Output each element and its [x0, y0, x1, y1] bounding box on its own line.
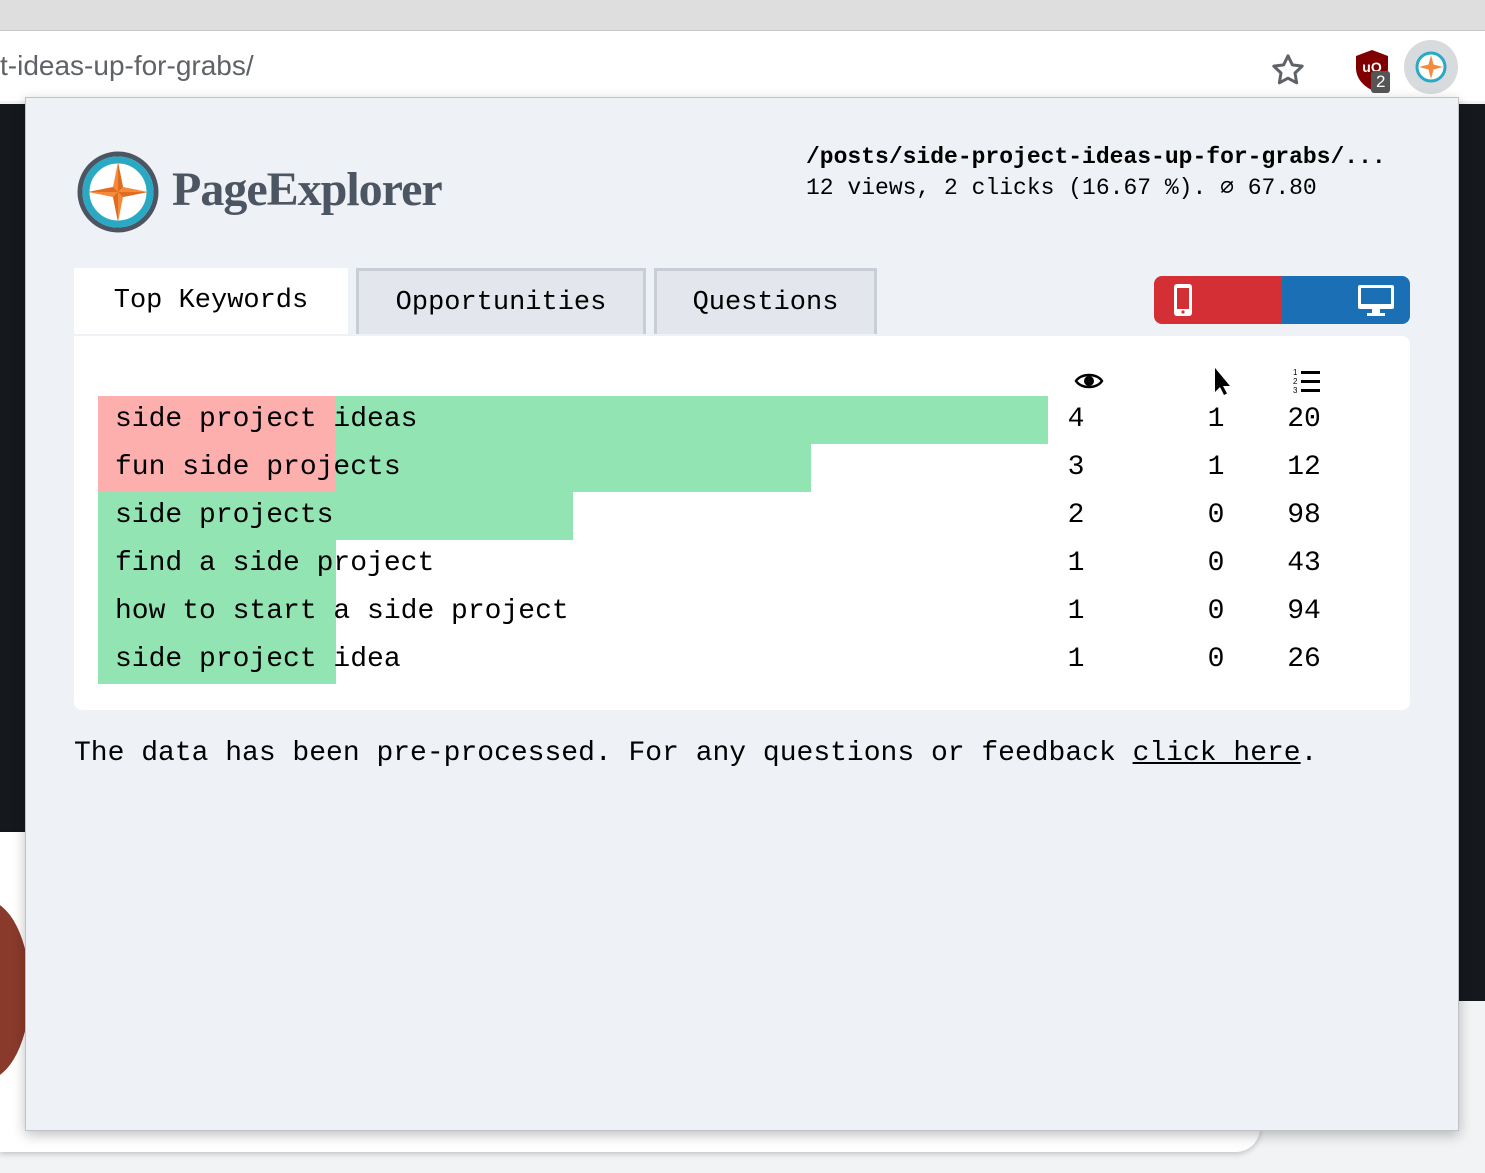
tab-top-keywords[interactable]: Top Keywords	[74, 268, 348, 334]
position-value: 20	[1287, 404, 1321, 435]
position-value: 43	[1287, 548, 1321, 579]
clicks-count: 0	[1207, 500, 1225, 531]
views-count: 1	[1067, 644, 1085, 675]
clicks-count: 1	[1207, 404, 1225, 435]
keywords-panel: 1 2 3 side project ideas 4 1 20 fun side pro…	[74, 336, 1410, 710]
keyword-text: find a side project	[115, 548, 435, 579]
views-count: 3	[1067, 452, 1085, 483]
footer-text: The data has been pre-processed. For any…	[74, 738, 1133, 769]
views-count: 1	[1067, 548, 1085, 579]
mobile-phone-icon	[1174, 284, 1192, 316]
keyword-text: fun side projects	[115, 452, 401, 483]
footer-note: The data has been pre-processed. For any…	[74, 738, 1317, 769]
pageexplorer-extension-button[interactable]	[1404, 40, 1458, 94]
keyword-row[interactable]: side project idea 1 0 26	[98, 636, 1398, 684]
clicks-count: 0	[1207, 644, 1225, 675]
svg-text:2: 2	[1293, 377, 1298, 386]
browser-tab-strip	[0, 0, 1485, 31]
position-value: 94	[1287, 596, 1321, 627]
ordered-list-icon: 1 2 3	[1293, 368, 1320, 395]
eye-icon	[1074, 373, 1104, 389]
tab-questions[interactable]: Questions	[654, 268, 877, 334]
keyword-row[interactable]: find a side project 1 0 43	[98, 540, 1398, 588]
page-stats: 12 views, 2 clicks (16.67 %). ∅ 67.80	[806, 175, 1317, 201]
keyword-row[interactable]: side project ideas 4 1 20	[98, 396, 1398, 444]
keyword-text: side project idea	[115, 644, 401, 675]
svg-text:1: 1	[1293, 368, 1298, 377]
keyword-row[interactable]: fun side projects 3 1 12	[98, 444, 1398, 492]
keyword-row[interactable]: how to start a side project 1 0 94	[98, 588, 1398, 636]
compass-icon	[1415, 51, 1447, 83]
svg-text:3: 3	[1293, 386, 1298, 395]
views-count: 2	[1067, 500, 1085, 531]
position-value: 26	[1287, 644, 1321, 675]
bookmark-star-icon[interactable]	[1268, 50, 1308, 90]
tab-opportunities[interactable]: Opportunities	[356, 268, 646, 334]
ublock-badge: 2	[1371, 71, 1391, 93]
feedback-link[interactable]: click here	[1133, 738, 1301, 769]
clicks-count: 0	[1207, 596, 1225, 627]
pageexplorer-popup: PageExplorer /posts/side-project-ideas-u…	[25, 97, 1459, 1131]
views-count: 4	[1067, 404, 1085, 435]
clicks-count: 1	[1207, 452, 1225, 483]
position-value: 98	[1287, 500, 1321, 531]
desktop-device-button[interactable]	[1282, 276, 1410, 324]
position-value: 12	[1287, 452, 1321, 483]
views-count: 1	[1067, 596, 1085, 627]
page-background-dark-right	[1456, 104, 1485, 1001]
desktop-monitor-icon	[1358, 285, 1394, 316]
clicks-count: 0	[1207, 548, 1225, 579]
compass-logo-icon	[77, 151, 159, 233]
mobile-device-button[interactable]	[1154, 276, 1282, 324]
keyword-row[interactable]: side projects 2 0 98	[98, 492, 1398, 540]
cursor-icon	[1215, 368, 1230, 395]
page-path: /posts/side-project-ideas-up-for-grabs/.…	[806, 144, 1386, 170]
brand-name: PageExplorer	[172, 163, 443, 216]
keyword-text: how to start a side project	[115, 596, 569, 627]
footer-end: .	[1300, 738, 1318, 769]
device-toggle[interactable]	[1154, 276, 1410, 324]
keyword-text: side projects	[115, 500, 334, 531]
address-bar-url[interactable]: t-ideas-up-for-grabs/	[0, 50, 254, 82]
keyword-text: side project ideas	[115, 404, 418, 435]
page-background-dark	[0, 104, 26, 832]
